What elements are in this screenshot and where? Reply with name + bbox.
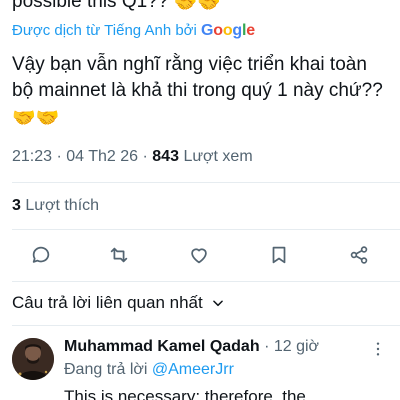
tweet-date[interactable]: 04 Th2 26 [66,148,138,165]
meta-separator: · [142,148,148,165]
reply-button[interactable] [24,238,58,272]
reply-item[interactable]: Muhammad Kamel Qadah · 12 giờ Đang trả l… [0,328,400,400]
chevron-down-icon [212,300,223,307]
likes-count: 3 [12,197,21,214]
reply-header: Muhammad Kamel Qadah · 12 giờ [64,337,319,357]
heart-icon [191,248,207,264]
related-replies-dropdown[interactable]: Câu trả lời liên quan nhất [12,292,225,314]
views-label: Lượt xem [183,148,253,165]
handshake-emoji: 🤝🤝 [173,0,221,14]
retweet-button[interactable] [102,238,136,272]
original-text-tail: possible this Q1?? 🤝🤝 [12,0,221,16]
reply-separator: · [264,338,270,355]
translated-tweet-text: Vậy bạn vẫn nghĩ rằng việc triển khai to… [12,52,392,132]
tweet-detail-page: possible this Q1?? 🤝🤝 Được dịch từ Tiếng… [0,0,400,400]
replying-to: Đang trả lời @AmeerJrr [64,360,234,380]
tweet-body: Vậy bạn vẫn nghĩ rằng việc triển khai to… [12,54,383,101]
translated-by-google[interactable]: Được dịch từ Tiếng Anh bởi Google [12,22,255,40]
share-icon [350,246,368,264]
divider [12,281,400,282]
translated-by-label: Được dịch từ Tiếng Anh bởi [12,22,197,39]
avatar[interactable] [12,338,54,380]
reply-author-name[interactable]: Muhammad Kamel Qadah [64,338,260,355]
tweet-actions-bar [0,238,400,272]
divider [12,182,400,183]
reply-text: This is necessary; therefore, the [64,387,306,400]
like-button[interactable] [182,238,216,272]
reply-time[interactable]: 12 giờ [274,338,319,355]
divider [12,229,400,230]
original-text: possible this Q1?? [12,0,169,12]
avatar-image [12,338,54,380]
google-logo: Google [201,22,255,39]
tweet-meta: 21:23 · 04 Th2 26 · 843 Lượt xem [12,147,253,167]
replying-to-handle[interactable]: @AmeerJrr [152,361,234,378]
likes-stat[interactable]: 3 Lượt thích [12,196,99,216]
tweet-time[interactable]: 21:23 [12,148,52,165]
comment-icon [32,246,50,263]
likes-label: Lượt thích [25,197,100,214]
related-replies-label: Câu trả lời liên quan nhất [12,293,203,312]
share-button[interactable] [342,238,376,272]
bookmark-button[interactable] [262,238,296,272]
more-options-icon[interactable] [370,341,386,357]
handshake-emoji: 🤝🤝 [12,108,60,129]
meta-separator: · [56,148,62,165]
divider [12,325,400,326]
retweet-icon [110,247,128,263]
bookmark-icon [272,246,286,264]
views-count: 843 [152,148,179,165]
replying-to-label: Đang trả lời [64,361,148,378]
